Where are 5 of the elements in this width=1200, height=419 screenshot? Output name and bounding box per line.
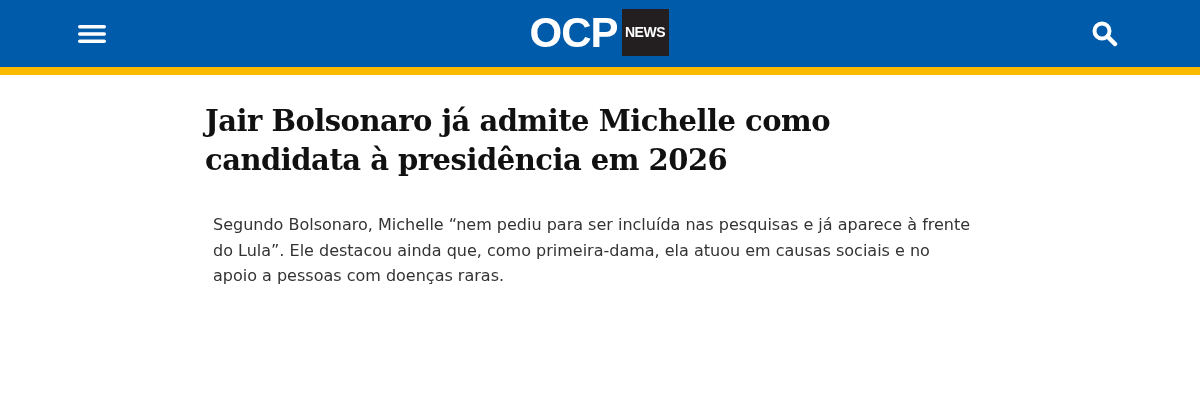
search-icon [1092,20,1118,47]
article-title: Jair Bolsonaro já admite Michelle como candidata à presidência em 2026 [205,103,832,180]
menu-icon [78,24,106,44]
article-lead: Segundo Bolsonaro, Michelle “nem pediu para ser incluída nas pesquisas e já aparece à frente do Lula”. Ele destacou ainda que, como primeira-dama, ela atuou em causas sociais e no apoio a pessoas com doenças raras. [213,214,972,288]
search-button[interactable] [1092,20,1118,47]
